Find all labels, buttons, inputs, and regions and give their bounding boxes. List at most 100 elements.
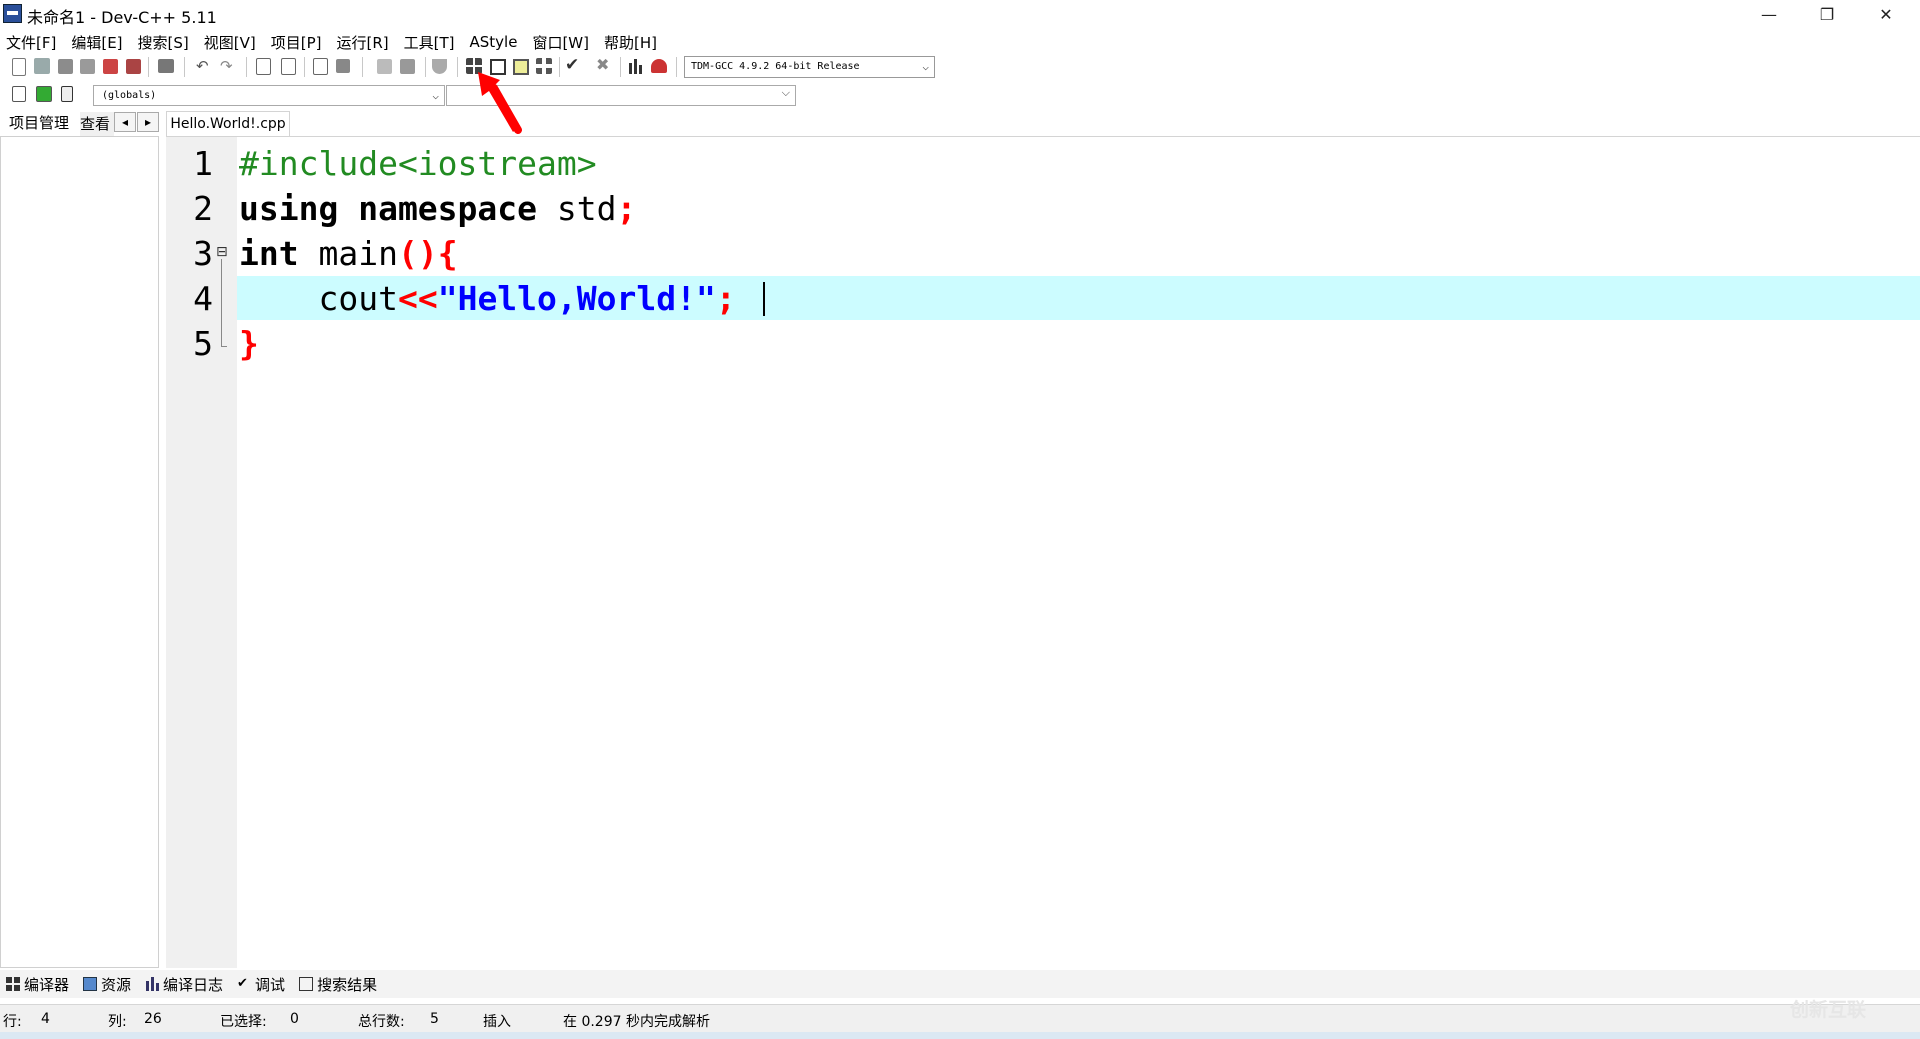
restore-button[interactable]: ❐ [1798,0,1856,29]
bottom-strip [0,1032,1920,1039]
replace-icon[interactable] [281,58,296,75]
menu-file[interactable]: 文件[F] [0,32,65,53]
annotation-arrow [478,72,522,134]
scope-select-value: (globals) [102,90,157,101]
editor-tab[interactable]: Hello.World!.cpp [166,111,290,136]
status-lines-label: 总行数: [358,1014,405,1030]
compiler-select[interactable]: TDM-GCC 4.9.2 64-bit Release ⌵ [684,56,935,78]
close-all-icon[interactable] [126,59,141,74]
toggle-bookmark-icon[interactable] [36,86,52,102]
next-icon[interactable] [400,59,415,74]
tab-resources[interactable]: 资源 [83,974,131,995]
toolbar-separator [362,57,363,77]
menu-view[interactable]: 视图[V] [198,32,265,53]
operator: << [397,279,438,318]
tab-class-view[interactable]: 查看 [80,112,114,136]
code-line-5: } [239,322,259,366]
chevron-down-icon: ⌵ [781,86,790,99]
search-icon [299,977,314,991]
code-line-3: int main(){ [239,232,458,276]
bookmark-icon[interactable] [336,59,350,73]
code-line-1: #include<iostream> [239,142,597,186]
stop-icon[interactable]: ✖ [596,56,614,74]
toolbar-separator [457,57,458,77]
text-caret [763,282,765,316]
tab-project-manager[interactable]: 项目管理 [0,110,78,136]
identifier: std [537,189,617,228]
debug-icon[interactable] [651,59,667,73]
grid-icon [6,977,20,991]
menu-run[interactable]: 运行[R] [330,32,397,53]
watermark: 创新互联 [1790,999,1867,1021]
goto-line-icon[interactable] [313,58,328,75]
status-lines-value: 5 [430,1011,439,1027]
status-insert-mode: 插入 [483,1014,511,1030]
tab-resources-label: 资源 [101,975,132,994]
chart-icon [145,977,160,991]
status-selected-label: 已选择: [220,1014,267,1030]
compiler-select-value: TDM-GCC 4.9.2 64-bit Release [691,61,860,72]
keyword: using namespace [239,189,538,228]
menu-search[interactable]: 搜索[S] [132,32,198,53]
fold-end [221,346,227,347]
tab-scroll-left[interactable]: ◂ [114,112,136,132]
prev-icon[interactable] [377,59,392,74]
fold-collapse-icon[interactable]: ⊟ [216,244,228,260]
rebuild-all-icon[interactable] [536,58,552,74]
close-file-icon[interactable] [103,59,118,74]
chevron-down-icon: ⌵ [432,89,439,102]
menu-tools[interactable]: 工具[T] [398,32,464,53]
menu-help[interactable]: 帮助[H] [598,32,666,53]
keyword: int [239,234,299,273]
chart-icon[interactable] [628,59,644,74]
syntax-check-icon[interactable]: ✔ [565,56,583,74]
bottom-panel-tabs: 编译器 资源 编译日志 ✔ 调试 搜索结果 [0,970,1920,998]
symbol: (){ [397,234,458,273]
tab-search-results[interactable]: 搜索结果 [299,974,377,995]
tab-compile-log[interactable]: 编译日志 [145,974,223,995]
menu-bar: 文件[F] 编辑[E] 搜索[S] 视图[V] 项目[P] 运行[R] 工具[T… [0,30,1920,54]
resources-icon [83,977,98,991]
chevron-down-icon: ⌵ [922,60,929,73]
line-number: 3 [193,234,213,273]
menu-astyle[interactable]: AStyle [464,33,527,51]
open-file-icon[interactable] [34,58,50,74]
preprocessor-directive: #include<iostream> [239,144,597,183]
close-button[interactable]: ✕ [1857,0,1915,29]
print-icon[interactable] [158,59,174,73]
tab-debug[interactable]: ✔ 调试 [237,974,285,995]
goto-bookmark-icon[interactable] [61,86,73,102]
code-line-4: cout<<"Hello,World!"; [239,277,736,321]
toolbar-separator [559,57,560,77]
symbol: ; [616,189,637,228]
menu-window[interactable]: 窗口[W] [526,32,598,53]
redo-icon[interactable]: ↷ [220,59,236,74]
toolbar-separator [246,57,247,77]
toolbar-separator [676,57,677,77]
shield-icon[interactable] [432,59,447,74]
toolbar-separator [148,57,149,77]
line-number: 1 [193,144,213,183]
symbol: } [239,324,259,363]
line-number: 5 [193,324,213,363]
insert-icon[interactable] [12,86,26,102]
title-bar [0,0,1920,29]
undo-icon[interactable]: ↶ [196,59,212,74]
identifier: main [298,234,398,273]
find-icon[interactable] [256,58,271,75]
symbol: ; [715,279,736,318]
scope-select[interactable]: (globals) ⌵ [93,85,445,106]
save-icon[interactable] [58,59,73,74]
code-line-2: using namespace std; [239,187,636,231]
window-title: 未命名1 - Dev-C++ 5.11 [27,8,217,27]
tab-scroll-right[interactable]: ▸ [137,112,159,132]
save-all-icon[interactable] [80,59,95,74]
tab-compiler[interactable]: 编译器 [6,974,69,995]
line-number: 2 [193,189,213,228]
minimize-button[interactable]: — [1740,0,1798,29]
project-panel [0,136,159,968]
menu-edit[interactable]: 编辑[E] [65,32,131,53]
line-number: 4 [193,279,213,318]
new-file-icon[interactable] [12,58,26,76]
menu-project[interactable]: 项目[P] [265,32,331,53]
